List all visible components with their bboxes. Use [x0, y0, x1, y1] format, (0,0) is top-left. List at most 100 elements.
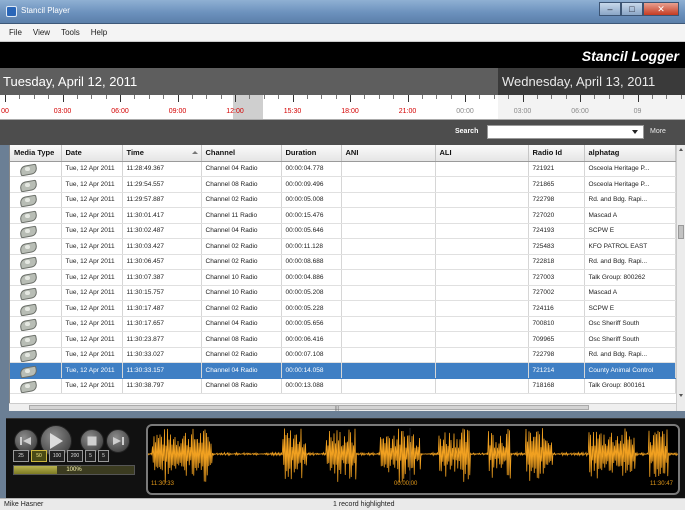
menu-help[interactable]: Help — [91, 28, 107, 37]
speed-button[interactable]: 5 — [85, 450, 96, 462]
alphatag-cell: SCPW E — [584, 223, 676, 239]
date-cell: Tue, 12 Apr 2011 — [61, 347, 123, 363]
table-row[interactable]: Tue, 12 Apr 2011 11:30:02.487 Channel 04 R… — [10, 223, 676, 239]
search-label: Search — [455, 128, 479, 135]
speed-button[interactable]: 200 — [67, 450, 83, 462]
menu-file[interactable]: File — [9, 28, 22, 37]
chevron-down-icon[interactable] — [632, 130, 638, 134]
scroll-down-icon[interactable] — [679, 394, 683, 397]
channel-cell: Channel 08 Radio — [201, 378, 282, 394]
more-link[interactable]: More — [650, 128, 666, 135]
horizontal-scrollbar[interactable]: ||| — [9, 403, 676, 412]
channel-cell: Channel 08 Radio — [201, 331, 282, 348]
radio-id-cell: 725483 — [528, 238, 585, 255]
date-cell: Tue, 12 Apr 2011 — [61, 238, 123, 255]
maximize-button[interactable]: □ — [621, 2, 643, 16]
recordings-table: Media Type Date Time Channel Duration AN… — [9, 145, 685, 411]
column-header-radio-id[interactable]: Radio Id — [528, 145, 585, 162]
table-row[interactable]: Tue, 12 Apr 2011 11:30:33.157 Channel 04 R… — [10, 362, 676, 379]
duration-cell: 00:00:07.108 — [281, 347, 342, 363]
volume-meter[interactable]: 100% — [13, 465, 135, 475]
radio-media-icon — [19, 303, 37, 314]
column-header-alphatag[interactable]: alphatag — [584, 145, 676, 162]
skip-back-icon — [20, 437, 31, 445]
date-next[interactable]: Wednesday, April 13, 2011 — [502, 74, 655, 89]
alphatag-cell: Mascad A — [584, 207, 676, 224]
speed-button[interactable]: 25 — [13, 450, 29, 462]
column-header-time[interactable]: Time — [122, 145, 202, 162]
speed-button[interactable]: 100 — [49, 450, 65, 462]
timeline-tick — [350, 95, 351, 102]
timeline-label: 03:00 — [513, 108, 532, 115]
ali-cell — [435, 254, 529, 270]
date-cell: Tue, 12 Apr 2011 — [61, 362, 123, 379]
table-row[interactable]: Tue, 12 Apr 2011 11:30:23.877 Channel 08 R… — [10, 331, 676, 348]
waveform-display[interactable]: 11:30:33 00:00:00 11:30:47 — [146, 424, 680, 495]
table-row[interactable]: Tue, 12 Apr 2011 11:30:17.487 Channel 02 R… — [10, 300, 676, 317]
media-type-cell — [10, 362, 62, 379]
timeline-ruler[interactable]: 00 03:00 06:00 09:00 12:00 15:30 18:00 21:00 00:… — [0, 95, 685, 120]
ali-cell — [435, 207, 529, 224]
scroll-up-icon[interactable] — [679, 148, 683, 151]
table-row[interactable]: Tue, 12 Apr 2011 11:30:06.457 Channel 02 R… — [10, 254, 676, 270]
timeline-tick — [608, 95, 610, 99]
column-header-ali[interactable]: ALI — [435, 145, 529, 162]
speed-button[interactable]: 5 — [98, 450, 109, 462]
column-header-duration[interactable]: Duration — [281, 145, 342, 162]
table-row[interactable]: Tue, 12 Apr 2011 11:30:17.657 Channel 04 R… — [10, 316, 676, 332]
window-controls: – □ ✕ — [599, 2, 679, 16]
timeline-tick — [551, 95, 553, 99]
alphatag-cell: County Animal Control — [584, 362, 676, 379]
speed-button[interactable]: 50 — [31, 450, 47, 462]
close-button[interactable]: ✕ — [643, 2, 679, 16]
time-cell: 11:28:49.367 — [122, 161, 202, 177]
table-header-row: Media Type Date Time Channel Duration AN… — [10, 145, 676, 162]
media-type-cell — [10, 223, 62, 239]
timeline-label: 06:00 — [571, 108, 589, 115]
table-row[interactable]: Tue, 12 Apr 2011 11:30:01.417 Channel 11 R… — [10, 207, 676, 224]
table-row[interactable]: Tue, 12 Apr 2011 11:30:38.797 Channel 08 R… — [10, 378, 676, 394]
date-cell: Tue, 12 Apr 2011 — [61, 285, 123, 301]
duration-cell: 00:00:13.088 — [281, 378, 342, 394]
vertical-scrollbar[interactable] — [676, 145, 685, 411]
ani-cell — [341, 285, 436, 301]
radio-id-cell: 724116 — [528, 300, 585, 317]
channel-cell: Channel 10 Radio — [201, 269, 282, 286]
radio-id-cell: 722818 — [528, 254, 585, 270]
search-input[interactable] — [487, 125, 644, 139]
table-row[interactable]: Tue, 12 Apr 2011 11:28:49.367 Channel 04 R… — [10, 161, 676, 177]
alphatag-cell: Osc Sheriff South — [584, 331, 676, 348]
timeline-tick — [508, 95, 510, 99]
title-bar: Stancil Player – □ ✕ — [0, 0, 685, 24]
table-row[interactable]: Tue, 12 Apr 2011 11:30:03.427 Channel 02 R… — [10, 238, 676, 255]
table-row[interactable]: Tue, 12 Apr 2011 11:29:57.887 Channel 02 R… — [10, 192, 676, 208]
radio-media-icon — [19, 256, 37, 267]
menu-view[interactable]: View — [33, 28, 50, 37]
timeline-tick — [407, 95, 409, 102]
table-row[interactable]: Tue, 12 Apr 2011 11:29:54.557 Channel 08 R… — [10, 176, 676, 193]
column-header-channel[interactable]: Channel — [201, 145, 282, 162]
channel-cell: Channel 08 Radio — [201, 176, 282, 193]
media-type-cell — [10, 161, 62, 177]
timeline-tick — [62, 95, 64, 102]
column-header-date[interactable]: Date — [61, 145, 123, 162]
channel-cell: Channel 04 Radio — [201, 316, 282, 332]
timeline-tick — [421, 95, 423, 99]
ani-cell — [341, 207, 436, 224]
horizontal-scroll-thumb[interactable]: ||| — [29, 405, 589, 412]
table-row[interactable]: Tue, 12 Apr 2011 11:30:15.757 Channel 10 R… — [10, 285, 676, 301]
ali-cell — [435, 238, 529, 255]
time-cell: 11:30:02.487 — [122, 223, 202, 239]
duration-cell: 00:00:15.476 — [281, 207, 342, 224]
ali-cell — [435, 362, 529, 379]
time-cell: 11:29:54.557 — [122, 176, 202, 193]
radio-id-cell: 721865 — [528, 176, 585, 193]
menu-tools[interactable]: Tools — [61, 28, 80, 37]
table-row[interactable]: Tue, 12 Apr 2011 11:30:07.387 Channel 10 R… — [10, 269, 676, 286]
table-row[interactable]: Tue, 12 Apr 2011 11:30:33.027 Channel 02 R… — [10, 347, 676, 363]
minimize-button[interactable]: – — [599, 2, 621, 16]
radio-media-icon — [19, 241, 37, 252]
column-header-ani[interactable]: ANI — [341, 145, 436, 162]
column-header-media-type[interactable]: Media Type — [10, 145, 62, 162]
vertical-scroll-thumb[interactable] — [678, 225, 684, 239]
